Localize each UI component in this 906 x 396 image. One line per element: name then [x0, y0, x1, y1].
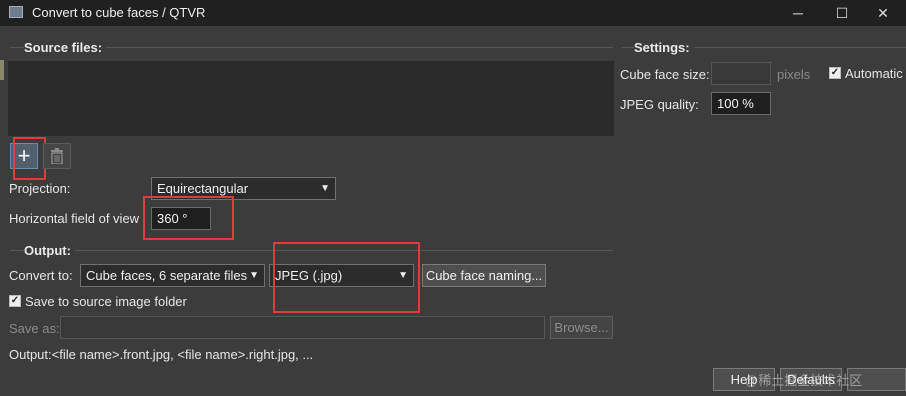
settings-heading: Settings: — [634, 40, 694, 55]
splitter-handle[interactable] — [0, 60, 4, 80]
browse-button[interactable]: Browse... — [550, 316, 613, 339]
output-heading: Output: — [24, 243, 75, 258]
pixels-unit-label: pixels — [777, 67, 811, 82]
hfov-label: Horizontal field of view — [9, 211, 140, 226]
projection-value: Equirectangular — [157, 181, 249, 196]
chevron-down-icon: ▼ — [249, 270, 259, 281]
chevron-down-icon: ▼ — [320, 183, 330, 194]
source-files-list[interactable] — [8, 61, 614, 136]
jpeg-quality-input[interactable]: 100 % — [711, 92, 771, 115]
window-title: Convert to cube faces / QTVR — [32, 5, 206, 20]
convert-to-select[interactable]: Cube faces, 6 separate files ▼ — [80, 264, 265, 287]
minimize-button[interactable]: ─ — [775, 0, 821, 26]
output-summary: Output:<file name>.front.jpg, <file name… — [9, 347, 314, 362]
save-as-input[interactable] — [60, 316, 545, 339]
source-files-heading: Source files: — [24, 40, 107, 55]
convert-to-value: Cube faces, 6 separate files — [86, 268, 248, 283]
remove-file-button[interactable] — [43, 143, 71, 169]
cube-face-size-label: Cube face size: — [620, 67, 710, 82]
save-to-source-label: Save to source image folder — [25, 294, 187, 309]
automatic-label: Automatic — [845, 66, 903, 81]
hfov-highlight — [143, 196, 234, 240]
trash-icon — [51, 148, 63, 164]
close-button[interactable]: ✕ — [860, 0, 906, 26]
cube-face-size-input[interactable] — [711, 62, 771, 85]
projection-label: Projection: — [9, 181, 71, 196]
cube-face-naming-button[interactable]: Cube face naming... — [422, 264, 546, 287]
format-highlight — [273, 242, 420, 313]
title-bar: Convert to cube faces / QTVR ─ ☐ ✕ — [0, 0, 906, 26]
app-icon — [9, 6, 23, 18]
jpeg-quality-label: JPEG quality: — [620, 97, 699, 112]
save-as-label: Save as: — [9, 321, 60, 336]
save-to-source-checkbox[interactable]: ✓ — [9, 295, 21, 307]
maximize-button[interactable]: ☐ — [819, 0, 865, 26]
add-button-highlight — [13, 137, 46, 180]
watermark: @稀土掘金技术社区 — [745, 373, 863, 388]
convert-to-label: Convert to: — [9, 268, 73, 283]
automatic-checkbox[interactable]: ✓ — [829, 67, 841, 79]
